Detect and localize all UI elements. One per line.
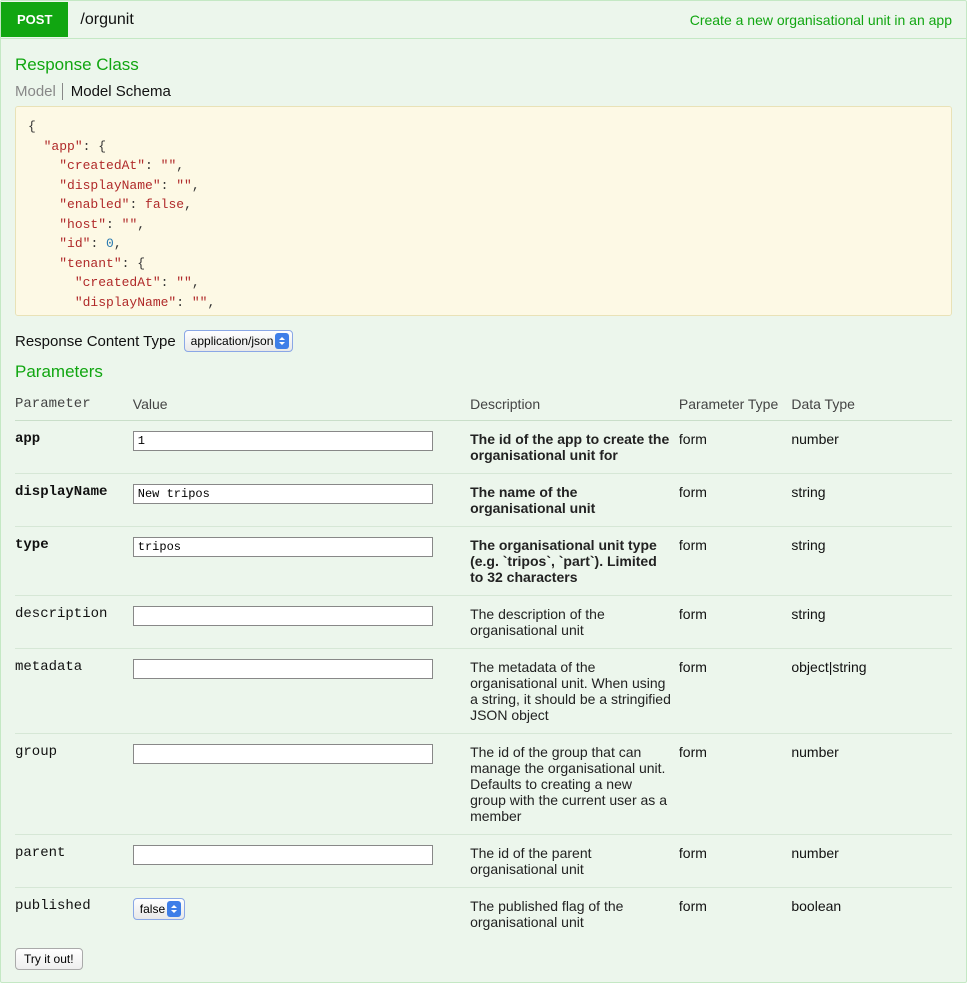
param-input-parent[interactable] xyxy=(133,845,433,865)
response-class-heading: Response Class xyxy=(15,55,952,75)
param-parameter-type: form xyxy=(679,527,791,596)
param-data-type: boolean xyxy=(791,888,952,941)
col-header-parameter: Parameter xyxy=(15,390,133,421)
operation-summary: Create a new organisational unit in an a… xyxy=(690,12,966,28)
model-schema-code[interactable]: { "app": { "createdAt": "", "displayName… xyxy=(15,106,952,316)
param-description: The name of the organisational unit xyxy=(470,474,679,527)
param-description: The published flag of the organisational… xyxy=(470,888,679,941)
col-header-parameter-type: Parameter Type xyxy=(679,390,791,421)
param-description: The organisational unit type (e.g. `trip… xyxy=(470,527,679,596)
param-data-type: object|string xyxy=(791,649,952,734)
param-value-cell xyxy=(133,474,470,527)
param-description: The id of the group that can manage the … xyxy=(470,734,679,835)
param-name: app xyxy=(15,421,133,474)
param-value-cell xyxy=(133,835,470,888)
param-name: published xyxy=(15,888,133,941)
parameters-table: Parameter Value Description Parameter Ty… xyxy=(15,390,952,940)
param-parameter-type: form xyxy=(679,474,791,527)
param-parameter-type: form xyxy=(679,835,791,888)
param-name: group xyxy=(15,734,133,835)
response-content-type-label: Response Content Type xyxy=(15,333,176,350)
param-value-cell xyxy=(133,734,470,835)
param-row-metadata: metadata The metadata of the organisation… xyxy=(15,649,952,734)
param-data-type: string xyxy=(791,596,952,649)
param-row-group: group The id of the group that can manage… xyxy=(15,734,952,835)
param-parameter-type: form xyxy=(679,596,791,649)
param-name: displayName xyxy=(15,474,133,527)
response-content-type-select-wrap: application/json xyxy=(184,330,293,352)
endpoint-path: /orgunit xyxy=(68,11,133,29)
param-row-displayName: displayName The name of the organisationa… xyxy=(15,474,952,527)
param-parameter-type: form xyxy=(679,649,791,734)
response-content-type-row: Response Content Type application/json xyxy=(15,330,952,352)
param-data-type: number xyxy=(791,421,952,474)
param-data-type: number xyxy=(791,835,952,888)
param-description: The id of the app to create the organisa… xyxy=(470,421,679,474)
operation-header[interactable]: POST /orgunit Create a new organisationa… xyxy=(1,1,966,39)
parameters-heading: Parameters xyxy=(15,362,952,382)
parameters-header-row: Parameter Value Description Parameter Ty… xyxy=(15,390,952,421)
param-description: The id of the parent organisational unit xyxy=(470,835,679,888)
api-operation-panel: POST /orgunit Create a new organisationa… xyxy=(0,0,967,983)
operation-content: Response Class Model Model Schema { "app… xyxy=(1,39,966,982)
param-parameter-type: form xyxy=(679,734,791,835)
param-input-metadata[interactable] xyxy=(133,659,433,679)
col-header-data-type: Data Type xyxy=(791,390,952,421)
param-row-published: publishedfalsetrue The published flag of … xyxy=(15,888,952,941)
param-description: The description of the organisational un… xyxy=(470,596,679,649)
param-row-parent: parent The id of the parent organisationa… xyxy=(15,835,952,888)
param-row-type: type The organisational unit type (e.g. `… xyxy=(15,527,952,596)
schema-tabs: Model Model Schema xyxy=(15,83,952,100)
param-parameter-type: form xyxy=(679,421,791,474)
param-input-displayName[interactable] xyxy=(133,484,433,504)
param-value-cell xyxy=(133,421,470,474)
param-value-cell xyxy=(133,527,470,596)
param-input-published[interactable]: falsetrue xyxy=(133,898,185,920)
col-header-value: Value xyxy=(133,390,470,421)
param-data-type: string xyxy=(791,527,952,596)
param-data-type: number xyxy=(791,734,952,835)
tab-model[interactable]: Model xyxy=(15,83,63,100)
param-input-group[interactable] xyxy=(133,744,433,764)
param-input-type[interactable] xyxy=(133,537,433,557)
param-name: description xyxy=(15,596,133,649)
param-name: parent xyxy=(15,835,133,888)
param-row-app: app The id of the app to create the organ… xyxy=(15,421,952,474)
param-data-type: string xyxy=(791,474,952,527)
try-it-out-button[interactable]: Try it out! xyxy=(15,948,83,970)
param-description: The metadata of the organisational unit.… xyxy=(470,649,679,734)
param-name: type xyxy=(15,527,133,596)
param-row-description: description The description of the organi… xyxy=(15,596,952,649)
response-content-type-select[interactable]: application/json xyxy=(184,330,293,352)
param-value-cell xyxy=(133,649,470,734)
param-input-app[interactable] xyxy=(133,431,433,451)
http-method-badge: POST xyxy=(1,2,68,37)
param-parameter-type: form xyxy=(679,888,791,941)
col-header-description: Description xyxy=(470,390,679,421)
param-input-description[interactable] xyxy=(133,606,433,626)
param-name: metadata xyxy=(15,649,133,734)
tab-model-schema[interactable]: Model Schema xyxy=(71,83,171,100)
param-value-cell: falsetrue xyxy=(133,888,470,941)
param-value-cell xyxy=(133,596,470,649)
